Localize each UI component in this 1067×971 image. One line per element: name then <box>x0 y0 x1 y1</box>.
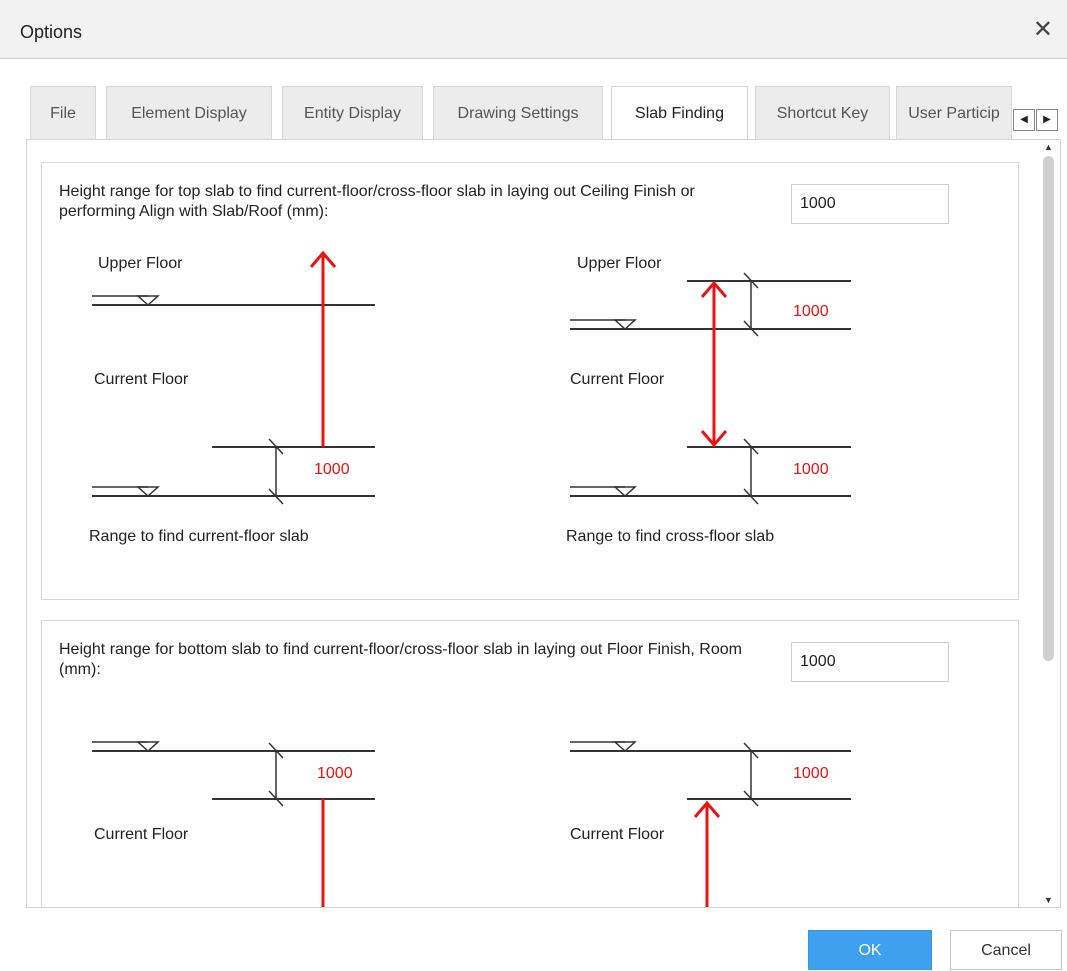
current-floor-label: Current Floor <box>570 371 665 388</box>
vertical-scrollbar[interactable]: ▲ ▼ <box>1038 140 1060 907</box>
dimension-label: 1000 <box>793 765 829 782</box>
dimension-label: 1000 <box>793 461 829 478</box>
current-floor-label: Current Floor <box>570 826 665 843</box>
tab-user-participation[interactable]: User Particip <box>896 86 1012 140</box>
dimension-label: 1000 <box>314 461 350 478</box>
tab-file[interactable]: File <box>30 86 96 140</box>
ok-button[interactable]: OK <box>808 930 932 970</box>
tab-slab-finding[interactable]: Slab Finding <box>611 86 748 142</box>
tab-scroll-right-icon[interactable]: ▶ <box>1036 109 1058 131</box>
level-marker-icon <box>136 295 160 307</box>
dimension-label: 1000 <box>793 303 829 320</box>
tab-shortcut-key[interactable]: Shortcut Key <box>755 86 890 140</box>
upper-floor-label: Upper Floor <box>577 255 662 272</box>
scroll-up-icon[interactable]: ▲ <box>1044 142 1053 152</box>
current-floor-label: Current Floor <box>94 371 189 388</box>
top-slab-group: Height range for top slab to find curren… <box>41 162 1019 600</box>
slab-finding-panel: Height range for top slab to find curren… <box>26 139 1061 908</box>
upper-floor-label: Upper Floor <box>98 255 183 272</box>
tab-scroll-left-icon[interactable]: ◀ <box>1013 109 1035 131</box>
scroll-down-icon[interactable]: ▼ <box>1044 895 1053 905</box>
cancel-button[interactable]: Cancel <box>950 930 1062 970</box>
dimension-label: 1000 <box>317 765 353 782</box>
close-icon[interactable]: ✕ <box>1033 16 1053 44</box>
tab-entity-display[interactable]: Entity Display <box>282 86 423 140</box>
scroll-thumb[interactable] <box>1043 156 1054 661</box>
bottom-slab-group: Height range for bottom slab to find cur… <box>41 620 1019 907</box>
tab-element-display[interactable]: Element Display <box>106 86 272 140</box>
title-bar: Options ✕ <box>0 0 1067 59</box>
cross-floor-range-caption: Range to find cross-floor slab <box>566 528 775 545</box>
current-floor-label: Current Floor <box>94 826 189 843</box>
bottom-slab-diagram <box>92 741 851 907</box>
current-floor-range-caption: Range to find current-floor slab <box>89 528 309 545</box>
window-title: Options <box>20 22 83 42</box>
tab-drawing-settings[interactable]: Drawing Settings <box>433 86 603 140</box>
